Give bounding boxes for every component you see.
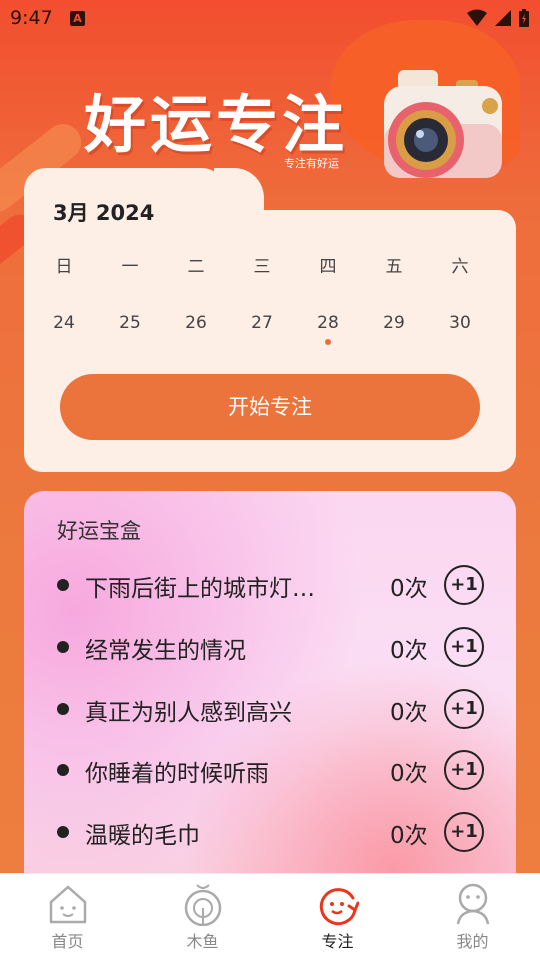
lucky-item: 下雨后街上的城市灯… 0次 +1	[24, 561, 516, 609]
calendar-day[interactable]: 26	[176, 313, 216, 333]
lucky-item-count: 0次	[390, 823, 428, 849]
status-icons	[466, 7, 530, 29]
profile-icon	[456, 883, 490, 925]
tab-label: 首页	[51, 932, 84, 951]
calendar-month-label: 3月 2024	[53, 201, 155, 225]
weekday-label: 日	[55, 257, 73, 277]
weekday-label: 四	[319, 257, 337, 277]
plus-one-button[interactable]: +1	[444, 750, 484, 790]
bullet-icon	[57, 703, 69, 715]
lucky-box-card: 好运宝盒 下雨后街上的城市灯… 0次 +1 经常发生的情况 0次 +1 真正为别…	[24, 491, 516, 891]
lucky-item: 温暖的毛巾 0次 +1	[24, 808, 516, 856]
bottom-tab-bar: 首页 木鱼 专注 我的	[0, 873, 540, 961]
calendar-card-tab-curve	[214, 168, 264, 212]
plus-one-button[interactable]: +1	[444, 565, 484, 605]
lucky-item-text: 温暖的毛巾	[85, 823, 200, 849]
today-indicator	[325, 339, 331, 345]
tab-wooden-fish[interactable]: 木鱼	[135, 874, 270, 961]
weekday-label: 六	[451, 257, 469, 277]
calendar-card: 3月 2024 日 一 二 三 四 五 六 24 25 26 27 28 29 …	[24, 168, 516, 472]
battery-icon	[519, 9, 529, 27]
lucky-item-text: 真正为别人感到高兴	[85, 700, 292, 726]
hero-title: 好运专注	[84, 88, 349, 161]
lucky-item-text: 你睡着的时候听雨	[85, 761, 269, 787]
bullet-icon	[57, 641, 69, 653]
lucky-box-title: 好运宝盒	[57, 519, 141, 543]
lucky-item-count: 0次	[390, 638, 428, 664]
calendar-day[interactable]: 25	[110, 313, 150, 333]
lucky-item-count: 0次	[390, 576, 428, 602]
wooden-fish-icon	[184, 884, 222, 926]
bullet-icon	[57, 579, 69, 591]
calendar-day[interactable]: 30	[440, 313, 480, 333]
tab-profile[interactable]: 我的	[405, 874, 540, 961]
calendar-day[interactable]: 27	[242, 313, 282, 333]
lucky-item-text: 下雨后街上的城市灯…	[85, 576, 315, 602]
tab-label: 专注	[321, 932, 354, 951]
plus-one-button[interactable]: +1	[444, 627, 484, 667]
status-time: 9:47	[10, 7, 53, 29]
weekday-row: 日 一 二 三 四 五 六	[24, 252, 516, 277]
notification-badge-icon: A	[70, 11, 85, 26]
tab-home[interactable]: 首页	[0, 874, 135, 961]
tab-focus[interactable]: 专注	[270, 874, 405, 961]
start-focus-button[interactable]: 开始专注	[60, 374, 480, 440]
lucky-item-count: 0次	[390, 761, 428, 787]
focus-icon	[319, 888, 359, 926]
bullet-icon	[57, 764, 69, 776]
weekday-label: 一	[121, 257, 139, 277]
weekday-label: 三	[253, 257, 271, 277]
tab-label: 木鱼	[186, 932, 219, 951]
lucky-item: 真正为别人感到高兴 0次 +1	[24, 685, 516, 733]
tab-label: 我的	[456, 932, 489, 951]
calendar-day-today[interactable]: 28	[308, 313, 348, 333]
lucky-item: 你睡着的时候听雨 0次 +1	[24, 746, 516, 794]
weekday-label: 二	[187, 257, 205, 277]
wifi-icon	[467, 9, 487, 26]
weekday-label: 五	[385, 257, 403, 277]
lucky-item: 经常发生的情况 0次 +1	[24, 623, 516, 671]
lucky-item-count: 0次	[390, 700, 428, 726]
lucky-item-text: 经常发生的情况	[85, 638, 246, 664]
plus-one-button[interactable]: +1	[444, 812, 484, 852]
calendar-day[interactable]: 24	[44, 313, 84, 333]
day-row: 24 25 26 27 28 29 30	[24, 313, 516, 343]
signal-icon	[495, 10, 511, 26]
home-icon	[49, 885, 87, 924]
calendar-day[interactable]: 29	[374, 313, 414, 333]
bullet-icon	[57, 826, 69, 838]
plus-one-button[interactable]: +1	[444, 689, 484, 729]
